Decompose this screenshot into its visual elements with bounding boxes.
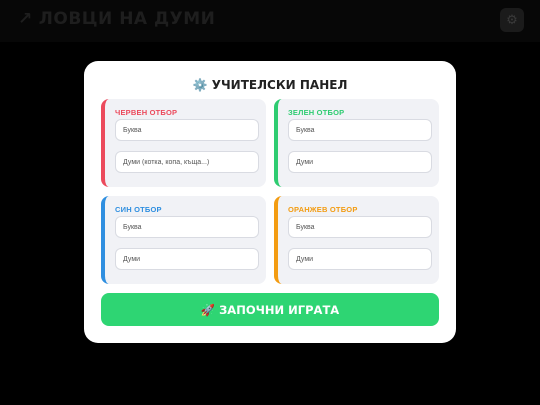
team-card-blue: СИН ОТБОР [101, 196, 266, 284]
app-title: ↗ ЛОВЦИ НА ДУМИ [18, 9, 215, 29]
orange-words-input[interactable] [288, 248, 432, 270]
green-letter-input[interactable] [288, 119, 432, 141]
team-card-green: ЗЕЛЕН ОТБОР [274, 99, 439, 187]
team-name-orange: ОРАНЖЕВ ОТБОР [288, 205, 358, 214]
green-words-input[interactable] [288, 151, 432, 173]
team-name-green: ЗЕЛЕН ОТБОР [288, 108, 345, 117]
settings-button[interactable]: ⚙ [500, 8, 524, 32]
team-card-red: ЧЕРВЕН ОТБОР [101, 99, 266, 187]
red-words-input[interactable] [115, 151, 259, 173]
logo-icon: ↗ [18, 9, 33, 29]
start-game-label: ЗАПОЧНИ ИГРАТА [219, 302, 340, 317]
team-card-orange: ОРАНЖЕВ ОТБОР [274, 196, 439, 284]
panel-title: ⚙️ УЧИТЕЛСКИ ПАНЕЛ [84, 78, 456, 92]
panel-title-text: УЧИТЕЛСКИ ПАНЕЛ [211, 78, 348, 92]
gear-icon: ⚙ [506, 12, 518, 28]
red-letter-input[interactable] [115, 119, 259, 141]
start-game-button[interactable]: 🚀 ЗАПОЧНИ ИГРАТА [101, 293, 439, 326]
gear-icon: ⚙️ [192, 78, 208, 92]
app-title-text: ЛОВЦИ НА ДУМИ [38, 9, 216, 29]
blue-words-input[interactable] [115, 248, 259, 270]
teacher-panel-modal: ⚙️ УЧИТЕЛСКИ ПАНЕЛ ЧЕРВЕН ОТБОР ЗЕЛЕН ОТ… [84, 61, 456, 343]
blue-letter-input[interactable] [115, 216, 259, 238]
orange-letter-input[interactable] [288, 216, 432, 238]
top-bar: ↗ ЛОВЦИ НА ДУМИ ⚙ [0, 0, 540, 42]
team-name-red: ЧЕРВЕН ОТБОР [115, 108, 178, 117]
rocket-icon: 🚀 [200, 302, 216, 317]
team-name-blue: СИН ОТБОР [115, 205, 162, 214]
